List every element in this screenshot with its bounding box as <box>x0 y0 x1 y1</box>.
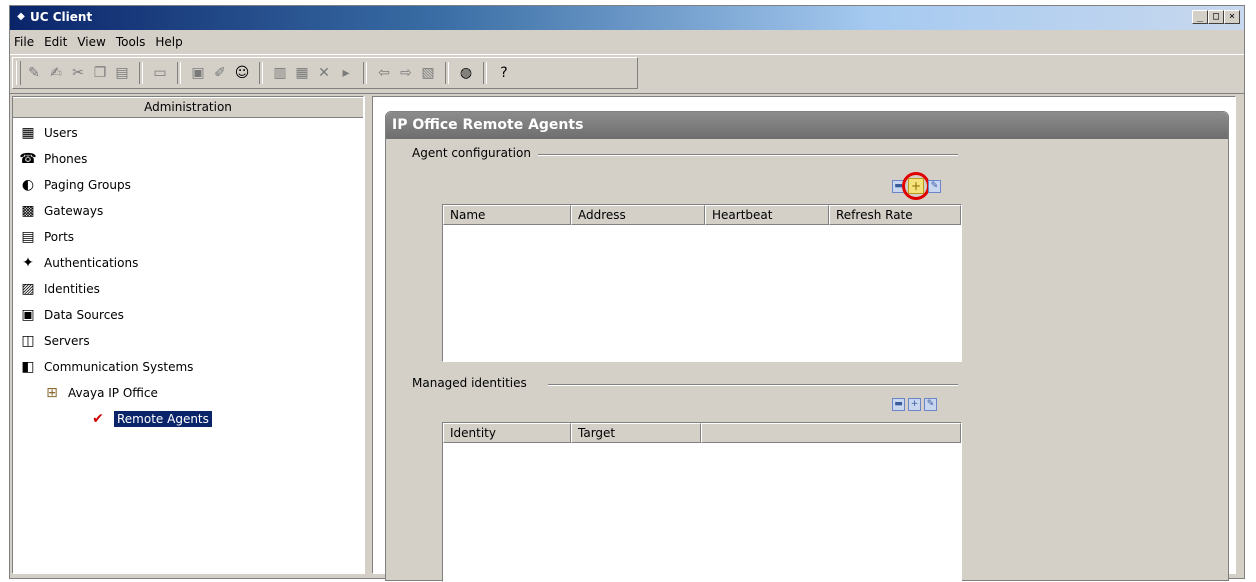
tree-item-authentications[interactable]: ✦ Authentications <box>13 250 363 276</box>
layout-right-icon[interactable]: ▦ <box>293 64 311 82</box>
menu-tools[interactable]: Tools <box>116 35 146 49</box>
tree-item-label: Avaya IP Office <box>68 386 158 400</box>
tree-item-label: Identities <box>44 282 100 296</box>
open-folder-icon[interactable]: ▭ <box>151 64 169 82</box>
column-header-address[interactable]: Address <box>571 205 705 225</box>
checklist-icon: ✔ <box>92 411 104 427</box>
globe-icon[interactable]: ◍ <box>457 64 475 82</box>
ipoffice-icon: ⊞ <box>46 385 58 401</box>
column-header-refresh-rate[interactable]: Refresh Rate <box>829 205 961 225</box>
back-arrow-icon[interactable]: ⇦ <box>375 64 393 82</box>
gateway-icon: ▩ <box>21 203 35 219</box>
play-icon[interactable]: ▸ <box>337 64 355 82</box>
column-header-target[interactable]: Target <box>571 423 701 443</box>
document-icon[interactable]: ▧ <box>419 64 437 82</box>
forward-arrow-icon[interactable]: ⇨ <box>397 64 415 82</box>
admin-tree: ▦ Users ☎ Phones ◐ Paging Groups ▩ Gatew… <box>13 118 363 432</box>
agent-configuration-label: Agent configuration <box>412 146 531 160</box>
tree-item-label: Servers <box>44 334 90 348</box>
toolbar-separator <box>363 62 367 84</box>
page-title: IP Office Remote Agents <box>386 112 1228 139</box>
tree-item-gateways[interactable]: ▩ Gateways <box>13 198 363 224</box>
identities-table[interactable]: Identity Target <box>442 422 962 582</box>
tree-item-paging-groups[interactable]: ◐ Paging Groups <box>13 172 363 198</box>
tree-item-label: Phones <box>44 152 88 166</box>
group-divider <box>548 384 958 386</box>
content-panel: IP Office Remote Agents Agent configurat… <box>372 96 1236 582</box>
tree-item-data-sources[interactable]: ▣ Data Sources <box>13 302 363 328</box>
edit-agent-button[interactable]: ✎ <box>928 180 941 193</box>
tree-item-servers[interactable]: ◫ Servers <box>13 328 363 354</box>
layout-left-icon[interactable]: ▥ <box>271 64 289 82</box>
identity-icon: ▨ <box>21 281 35 297</box>
group-divider <box>538 154 958 156</box>
highlight-circle <box>902 172 930 200</box>
menu-help[interactable]: Help <box>155 35 182 49</box>
tree-item-label: Users <box>44 126 78 140</box>
users-icon[interactable]: ☺ <box>233 64 251 82</box>
column-header-heartbeat[interactable]: Heartbeat <box>705 205 829 225</box>
help-icon[interactable]: ? <box>495 64 513 82</box>
agent-table[interactable]: Name Address Heartbeat Refresh Rate <box>442 204 962 362</box>
tree-item-identities[interactable]: ▨ Identities <box>13 276 363 302</box>
phone-icon: ☎ <box>19 151 37 167</box>
delete-icon[interactable]: ✕ <box>315 64 333 82</box>
tree-item-label: Paging Groups <box>44 178 131 192</box>
edit-icon[interactable]: ✐ <box>211 64 229 82</box>
paging-icon: ◐ <box>21 177 35 193</box>
tree-item-label: Authentications <box>44 256 139 270</box>
toolbar-separator <box>445 62 449 84</box>
managed-identities-label: Managed identities <box>412 376 527 390</box>
cut-icon[interactable]: ✂ <box>69 64 87 82</box>
new-icon[interactable]: ✎ <box>25 64 43 82</box>
remote-agents-frame: IP Office Remote Agents Agent configurat… <box>385 111 1229 582</box>
tree-item-label: Remote Agents <box>114 411 212 427</box>
properties-icon[interactable]: ▣ <box>189 64 207 82</box>
tree-item-label: Data Sources <box>44 308 124 322</box>
toolbar-grip[interactable] <box>16 61 21 85</box>
remove-identity-button[interactable]: ▬ <box>892 398 905 411</box>
close-button[interactable]: × <box>1224 10 1240 24</box>
port-icon: ▤ <box>21 229 35 245</box>
edit-identity-button[interactable]: ✎ <box>924 398 937 411</box>
datasource-icon: ▣ <box>21 307 35 323</box>
auth-icon: ✦ <box>22 255 34 271</box>
administration-panel: Administration ▦ Users ☎ Phones ◐ Paging… <box>12 96 364 574</box>
new-sub-icon[interactable]: ✍ <box>47 64 65 82</box>
menu-file[interactable]: File <box>14 35 34 49</box>
menu-edit[interactable]: Edit <box>44 35 67 49</box>
toolbar-separator <box>483 62 487 84</box>
tree-item-label: Ports <box>44 230 75 244</box>
panel-header: Administration <box>13 97 363 118</box>
tree-item-label: Gateways <box>44 204 104 218</box>
toolbar: ✎ ✍ ✂ ❐ ▤ ▭ ▣ ✐ ☺ ▥ ▦ ✕ ▸ ⇦ ⇨ ▧ ◍ ? <box>10 54 1244 94</box>
menu-bar: File Edit View Tools Help <box>10 32 1244 52</box>
comm-system-icon: ◧ <box>21 359 35 375</box>
column-header-identity[interactable]: Identity <box>443 423 571 443</box>
title-bar[interactable]: ◆ UC Client _ □ × <box>10 6 1244 30</box>
copy-icon[interactable]: ❐ <box>91 64 109 82</box>
paste-icon[interactable]: ▤ <box>113 64 131 82</box>
tree-item-communication-systems[interactable]: ◧ Communication Systems <box>13 354 363 380</box>
toolbar-separator <box>139 62 143 84</box>
toolbar-separator <box>259 62 263 84</box>
tree-item-phones[interactable]: ☎ Phones <box>13 146 363 172</box>
window-title: UC Client <box>30 10 93 24</box>
minimize-button[interactable]: _ <box>1192 10 1208 24</box>
tree-item-ports[interactable]: ▤ Ports <box>13 224 363 250</box>
maximize-button[interactable]: □ <box>1208 10 1224 24</box>
app-icon: ◆ <box>17 11 25 22</box>
menu-view[interactable]: View <box>77 35 105 49</box>
server-icon: ◫ <box>21 333 35 349</box>
tree-item-label: Communication Systems <box>44 360 194 374</box>
tree-item-remote-agents[interactable]: ✔ Remote Agents <box>13 406 363 432</box>
column-header-empty[interactable] <box>701 423 961 443</box>
column-header-name[interactable]: Name <box>443 205 571 225</box>
add-identity-button[interactable]: + <box>908 398 921 411</box>
tree-item-avaya-ip-office[interactable]: ⊞ Avaya IP Office <box>13 380 363 406</box>
tree-item-users[interactable]: ▦ Users <box>13 120 363 146</box>
users-icon: ▦ <box>21 125 35 141</box>
toolbar-separator <box>177 62 181 84</box>
